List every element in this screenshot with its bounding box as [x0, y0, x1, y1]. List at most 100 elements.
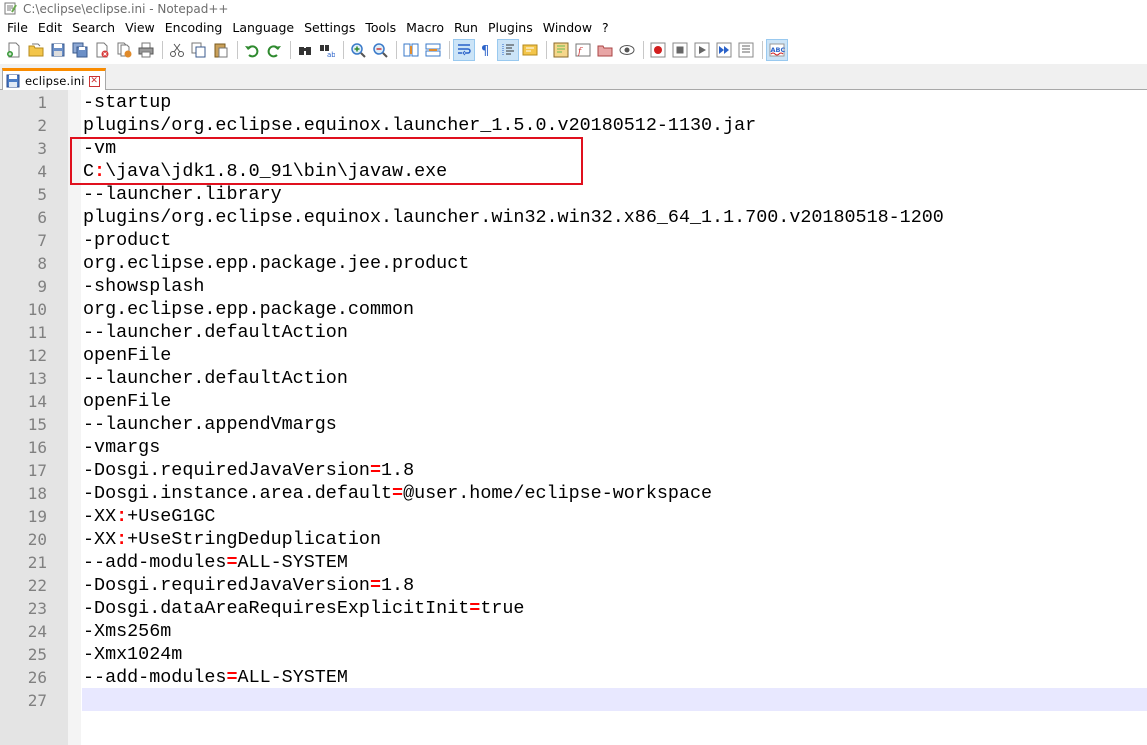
line-number: 3	[37, 139, 47, 158]
open-file-icon[interactable]	[26, 40, 46, 60]
line-text: -Dosgi.dataAreaRequiresExplicitInit=true	[83, 598, 525, 619]
paste-icon[interactable]	[211, 40, 231, 60]
line-number: 2	[37, 116, 47, 135]
menu-search[interactable]: Search	[67, 18, 120, 38]
editor-pane[interactable]: 1 -startup 2 plugins/org.eclipse.equinox.la…	[0, 90, 1147, 745]
notepadpp-app-icon	[4, 2, 17, 15]
code-line: 24 -Xms256m	[0, 620, 1147, 643]
menu-language[interactable]: Language	[227, 18, 299, 38]
monitor-icon[interactable]	[617, 40, 637, 60]
line-text: -showsplash	[83, 276, 205, 297]
function-list-icon[interactable]: f	[573, 40, 593, 60]
record-macro-icon[interactable]	[648, 40, 668, 60]
close-icon[interactable]	[92, 40, 112, 60]
code-line: 5 --launcher.library	[0, 183, 1147, 206]
line-number: 9	[37, 277, 47, 296]
menu-plugins[interactable]: Plugins	[483, 18, 538, 38]
menu-macro[interactable]: Macro	[401, 18, 449, 38]
line-number: 6	[37, 208, 47, 227]
tab-bar: eclipse.ini ✕	[0, 64, 1147, 91]
menu-run[interactable]: Run	[449, 18, 483, 38]
print-icon[interactable]	[136, 40, 156, 60]
line-number: 12	[27, 346, 47, 365]
save-icon[interactable]	[48, 40, 68, 60]
line-number: 16	[27, 438, 47, 457]
line-text: openFile	[83, 345, 172, 366]
undo-icon[interactable]	[242, 40, 262, 60]
find-icon[interactable]	[295, 40, 315, 60]
run-macro-multiple-icon[interactable]	[714, 40, 734, 60]
toolbar-separator	[449, 41, 450, 59]
doc-map-icon[interactable]	[551, 40, 571, 60]
close-all-icon[interactable]	[114, 40, 134, 60]
line-text: -Xms256m	[83, 621, 172, 642]
line-number: 8	[37, 254, 47, 273]
line-text: -Xmx1024m	[83, 644, 183, 665]
zoom-in-icon[interactable]	[348, 40, 368, 60]
line-number: 20	[27, 530, 47, 549]
line-number: 17	[27, 461, 47, 480]
code-line: 2 plugins/org.eclipse.equinox.launcher_1.…	[0, 114, 1147, 137]
stop-macro-icon[interactable]	[670, 40, 690, 60]
new-file-icon[interactable]	[4, 40, 24, 60]
replace-icon[interactable]: ab	[317, 40, 337, 60]
operator-token: :	[116, 506, 128, 527]
line-text: -product	[83, 230, 172, 251]
menu-tools[interactable]: Tools	[360, 18, 401, 38]
code-line: 17 -Dosgi.requiredJavaVersion=1.8	[0, 459, 1147, 482]
menu-edit[interactable]: Edit	[33, 18, 67, 38]
menu-settings[interactable]: Settings	[299, 18, 360, 38]
code-line: 9 -showsplash	[0, 275, 1147, 298]
toolbar-separator	[290, 41, 291, 59]
code-line: 16 -vmargs	[0, 436, 1147, 459]
line-text: -Dosgi.requiredJavaVersion=1.8	[83, 575, 415, 596]
line-number: 21	[27, 553, 47, 572]
svg-text:¶: ¶	[481, 44, 489, 58]
code-line: 6 plugins/org.eclipse.equinox.launcher.wi…	[0, 206, 1147, 229]
menu-help[interactable]: ?	[597, 18, 614, 38]
cut-icon[interactable]	[167, 40, 187, 60]
menu-encoding[interactable]: Encoding	[160, 18, 228, 38]
menu-window[interactable]: Window	[538, 18, 597, 38]
toolbar-separator	[546, 41, 547, 59]
line-text: --add-modules=ALL-SYSTEM	[83, 552, 348, 573]
save-macro-icon[interactable]	[736, 40, 756, 60]
udl-icon[interactable]	[520, 40, 540, 60]
show-all-chars-icon[interactable]: ¶	[476, 40, 496, 60]
operator-token: =	[226, 552, 238, 573]
save-all-icon[interactable]	[70, 40, 90, 60]
zoom-out-icon[interactable]	[370, 40, 390, 60]
folder-workspace-icon[interactable]	[595, 40, 615, 60]
line-text: --add-modules=ALL-SYSTEM	[83, 667, 348, 688]
copy-icon[interactable]	[189, 40, 209, 60]
indent-guide-icon[interactable]	[497, 39, 519, 61]
toolbar: ab ¶ f ABC	[0, 38, 1147, 62]
operator-token: :	[116, 529, 128, 550]
tab-eclipse-ini[interactable]: eclipse.ini ✕	[2, 68, 106, 91]
play-macro-icon[interactable]	[692, 40, 712, 60]
toolbar-separator	[237, 41, 238, 59]
close-icon[interactable]: ✕	[88, 75, 100, 87]
word-wrap-icon[interactable]	[453, 39, 475, 61]
line-number: 25	[27, 645, 47, 664]
code-line: 19 -XX:+UseG1GC	[0, 505, 1147, 528]
line-text: -XX:+UseG1GC	[83, 506, 216, 527]
menu-view[interactable]: View	[120, 18, 160, 38]
title-bar: C:\eclipse\eclipse.ini - Notepad++	[0, 0, 1147, 17]
code-line: 15 --launcher.appendVmargs	[0, 413, 1147, 436]
line-text: -XX:+UseStringDeduplication	[83, 529, 381, 550]
code-line: 10 org.eclipse.epp.package.common	[0, 298, 1147, 321]
operator-token: =	[469, 598, 481, 619]
operator-token: =	[369, 460, 381, 481]
redo-icon[interactable]	[264, 40, 284, 60]
line-text: --launcher.appendVmargs	[83, 414, 337, 435]
spell-check-icon[interactable]: ABC	[766, 39, 788, 61]
menu-file[interactable]: File	[2, 18, 33, 38]
sync-vertical-icon[interactable]	[401, 40, 421, 60]
line-number: 27	[27, 691, 47, 710]
line-text: -vmargs	[83, 437, 161, 458]
sync-horizontal-icon[interactable]	[423, 40, 443, 60]
toolbar-separator	[162, 41, 163, 59]
save-icon	[6, 74, 20, 88]
operator-token: =	[369, 575, 381, 596]
